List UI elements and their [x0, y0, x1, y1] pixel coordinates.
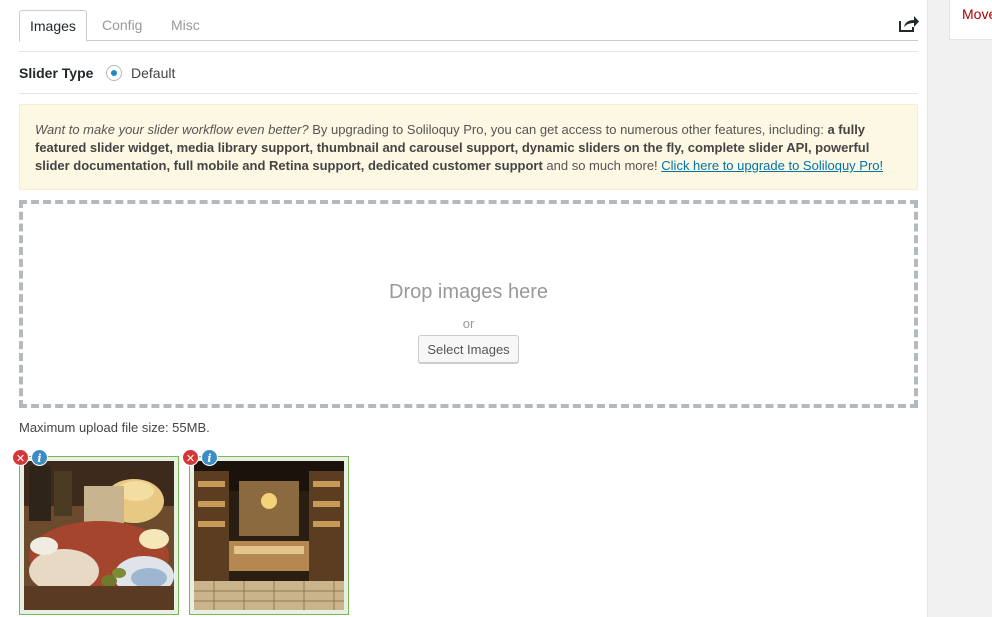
info-icon[interactable]: i	[201, 449, 218, 466]
info-icon[interactable]: i	[31, 449, 48, 466]
slider-type-label: Slider Type	[19, 65, 94, 81]
slider-type-default-radio[interactable]	[106, 65, 122, 81]
remove-x-icon[interactable]: ✕	[182, 449, 199, 466]
notice-intro: Want to make your slider workflow even b…	[35, 122, 309, 137]
slider-type-default-label[interactable]: Default	[131, 65, 175, 81]
move-to-trash-link[interactable]: Move	[962, 6, 992, 22]
tab-config[interactable]: Config	[92, 10, 152, 41]
upgrade-notice: Want to make your slider workflow even b…	[19, 104, 918, 190]
drop-zone-or: or	[462, 316, 475, 331]
tab-bar: Images Config Misc	[19, 10, 918, 42]
remove-x-icon[interactable]: ✕	[12, 449, 29, 466]
side-metabox: Move	[949, 0, 992, 40]
tab-misc[interactable]: Misc	[161, 10, 210, 41]
notice-text: By upgrading to Soliloquy Pro, you can g…	[308, 122, 828, 137]
divider	[19, 51, 918, 52]
deli-shop-interior-photo	[194, 461, 344, 610]
share-arrow-icon[interactable]	[897, 14, 919, 34]
drop-zone-title: Drop images here	[389, 281, 548, 303]
divider	[19, 93, 918, 94]
select-images-button[interactable]: Select Images	[418, 335, 519, 363]
max-upload-size: Maximum upload file size: 55MB.	[19, 420, 210, 435]
cheese-and-charcuterie-photo	[24, 461, 174, 610]
slide-thumbnail[interactable]: ✕ i	[12, 449, 179, 615]
main-panel: Images Config Misc Slider Type Default W…	[0, 0, 928, 617]
slide-thumbnail[interactable]: ✕ i	[182, 449, 349, 615]
upgrade-link[interactable]: Click here to upgrade to Soliloquy Pro!	[661, 158, 883, 173]
notice-outro: and so much more!	[542, 158, 662, 173]
image-drop-zone[interactable]: Drop images here or Select Images	[19, 200, 918, 408]
tab-images[interactable]: Images	[19, 10, 87, 42]
